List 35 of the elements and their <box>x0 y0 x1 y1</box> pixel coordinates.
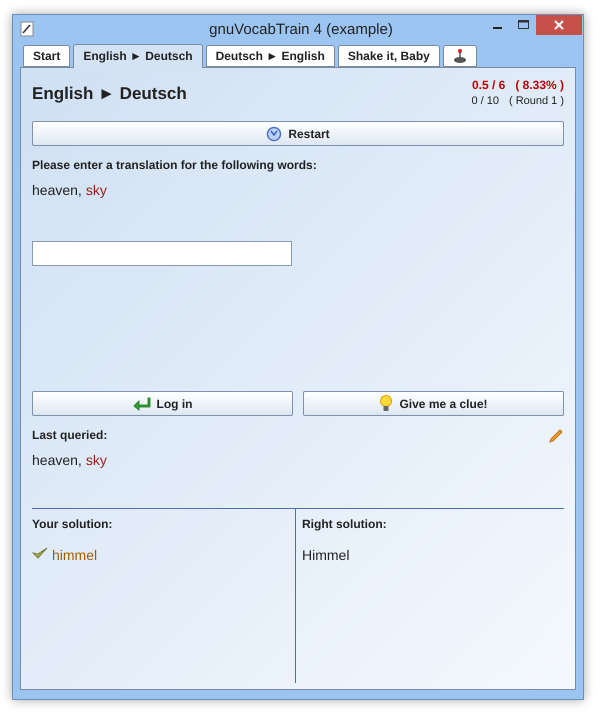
enter-arrow-icon <box>132 396 150 410</box>
score-percent: ( 8.33% ) <box>515 78 564 92</box>
tab[interactable] <box>442 45 477 67</box>
queried-word: sky <box>86 452 107 468</box>
minimize-icon <box>492 27 502 29</box>
answer-field[interactable] <box>32 241 292 266</box>
your-answer: himmel <box>52 547 98 563</box>
page-heading: English ► Deutsch <box>32 84 187 104</box>
maximize-icon <box>518 20 528 30</box>
query-word: heaven, <box>32 182 82 198</box>
round-label: ( Round 1 ) <box>508 95 564 107</box>
pencil-icon[interactable] <box>548 428 564 444</box>
prompt-label: Please enter a translation for the following words: <box>32 158 318 172</box>
joystick-icon <box>452 48 467 64</box>
your-solution-label: Your solution: <box>32 517 114 531</box>
score-points: 0.5 / 6 <box>472 78 506 92</box>
clue-button[interactable]: Give me a clue! <box>303 391 564 416</box>
close-icon <box>554 20 564 30</box>
right-solution-label: Right solution: <box>302 517 388 531</box>
window-title: gnuVocabTrain 4 (example) <box>208 20 393 38</box>
log-in-button[interactable]: Log in <box>32 391 293 416</box>
tab[interactable]: Shake it, Baby <box>338 45 440 67</box>
tab[interactable]: Deutsch ► English <box>206 45 335 67</box>
restart-button[interactable]: Restart <box>32 121 564 146</box>
tab[interactable]: English ► Deutsch <box>73 44 203 68</box>
progress-count: 0 / 10 <box>471 95 499 107</box>
query-word: sky <box>86 182 107 198</box>
lightbulb-icon <box>379 394 394 412</box>
tab[interactable]: Start <box>23 45 70 67</box>
queried-word: heaven, <box>32 452 82 468</box>
last-queried-label: Last queried: <box>32 428 108 442</box>
close-button[interactable] <box>536 15 582 35</box>
right-answer: Himmel <box>302 547 350 563</box>
app-icon <box>20 21 34 37</box>
restart-icon <box>266 126 282 142</box>
